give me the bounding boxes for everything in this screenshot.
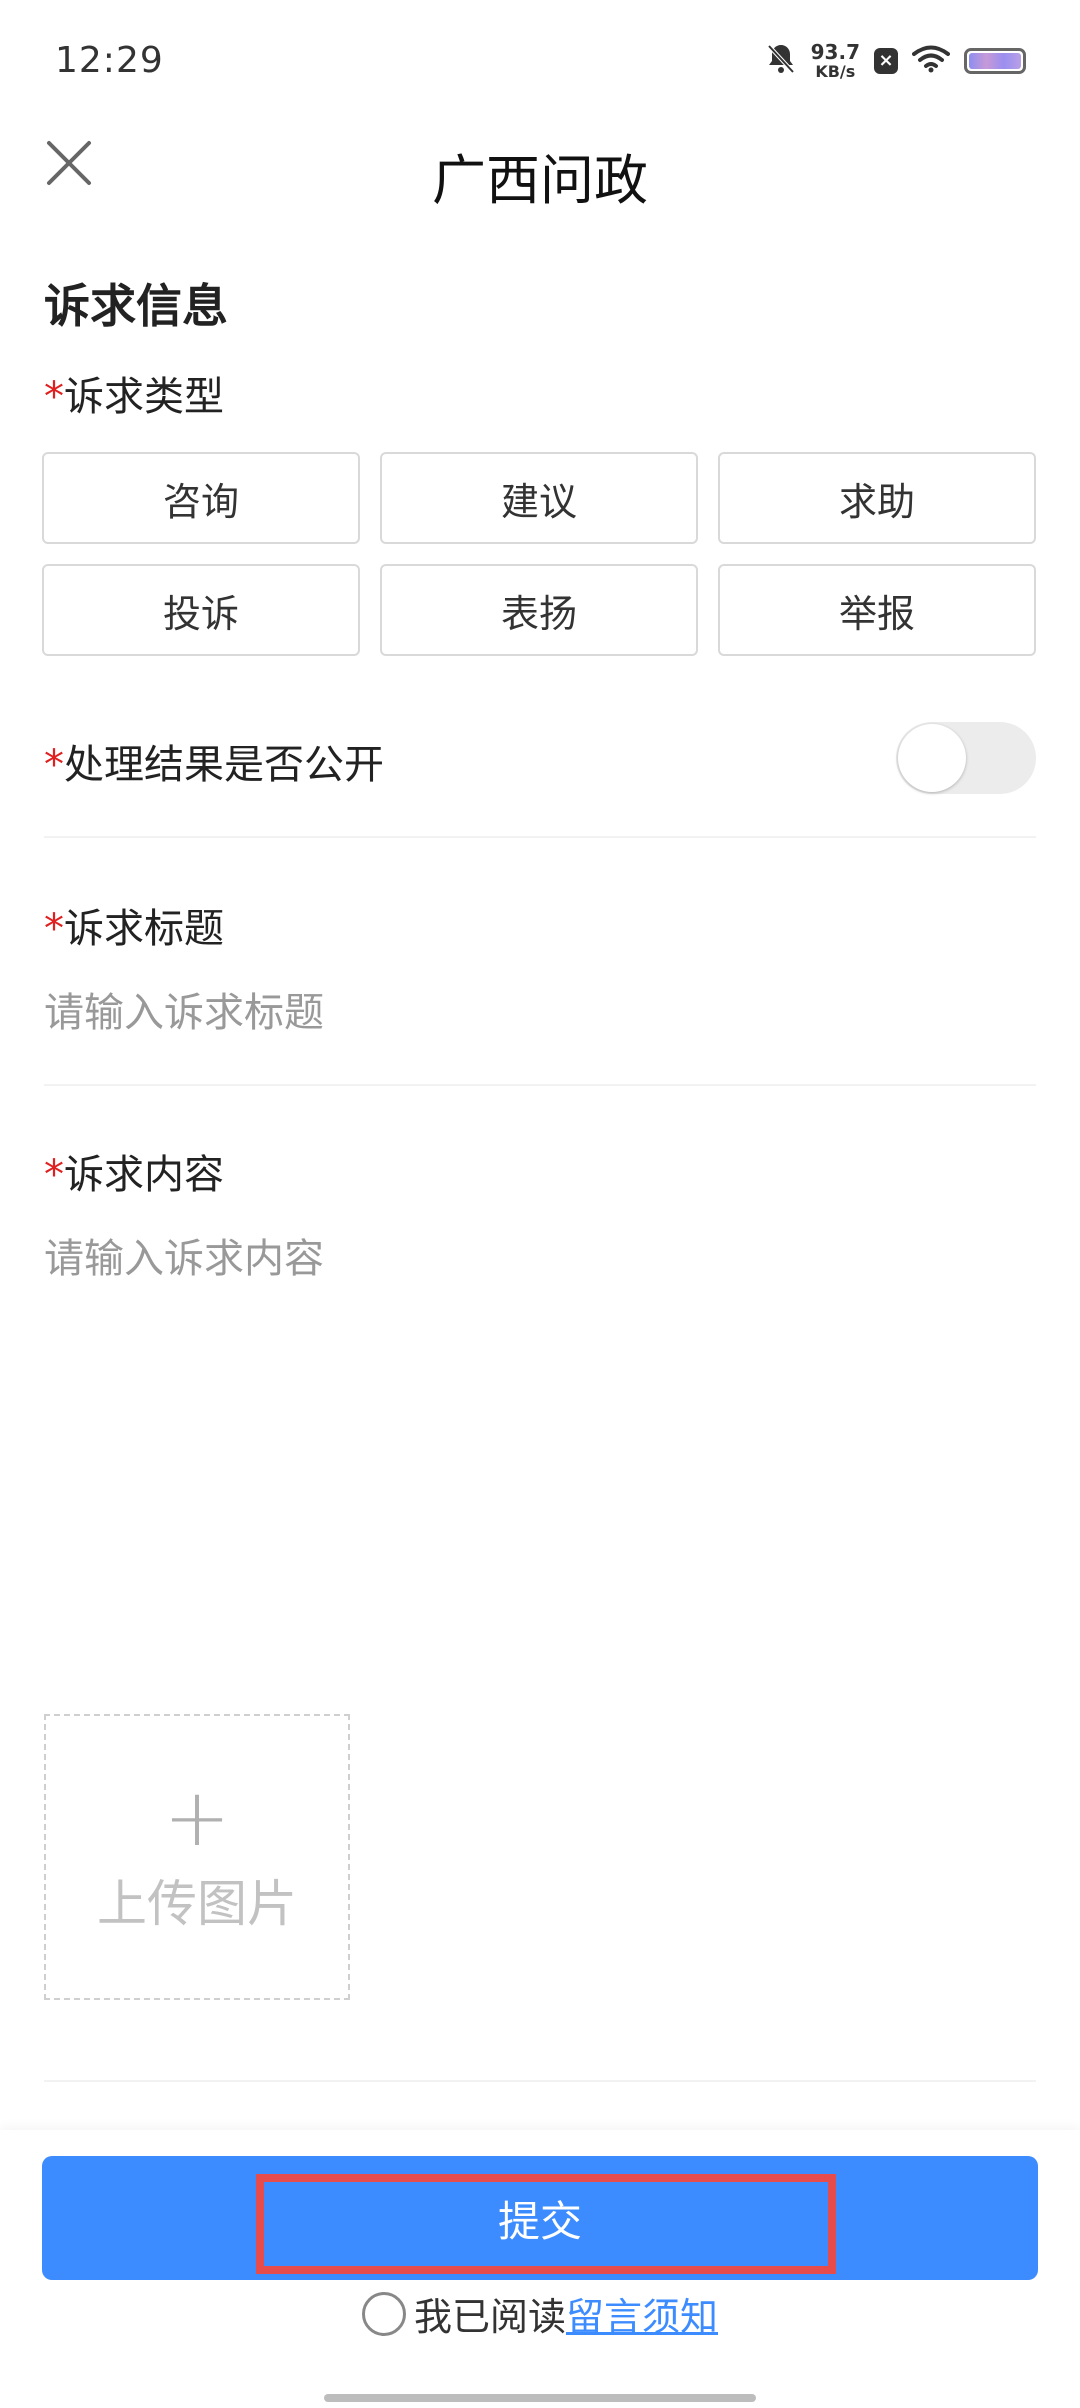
bell-off-icon: [765, 42, 797, 80]
title-label: *诉求标题: [44, 896, 224, 954]
type-option-consult[interactable]: 咨询: [42, 452, 360, 544]
toggle-knob: [898, 724, 966, 792]
required-mark: *: [44, 374, 64, 420]
type-option-suggest[interactable]: 建议: [380, 452, 698, 544]
upload-label: 上传图片: [97, 1875, 297, 1933]
notice-link[interactable]: 留言须知: [566, 2286, 718, 2341]
type-label: *诉求类型: [44, 364, 224, 422]
required-mark: *: [44, 742, 64, 788]
battery-level: [969, 53, 1021, 69]
home-indicator[interactable]: [324, 2394, 756, 2402]
type-options: 咨询 建议 求助 投诉 表扬 举报: [42, 452, 1038, 656]
upload-image-button[interactable]: + 上传图片: [44, 1714, 350, 2000]
network-speed: 93.7 KB/s: [811, 42, 860, 80]
title-input[interactable]: 请输入诉求标题: [44, 980, 324, 1038]
required-mark: *: [44, 906, 64, 952]
required-mark: *: [44, 1152, 64, 1198]
status-time: 12:29: [55, 40, 164, 81]
type-option-report[interactable]: 举报: [718, 564, 1036, 656]
type-label-text: 诉求类型: [64, 374, 224, 420]
status-icons: 93.7 KB/s ×: [765, 42, 1026, 80]
section-title: 诉求信息: [44, 279, 228, 333]
speed-value: 93.7: [810, 40, 860, 64]
type-option-complain[interactable]: 投诉: [42, 564, 360, 656]
submit-button[interactable]: 提交: [42, 2156, 1038, 2280]
public-label: *处理结果是否公开: [44, 732, 384, 790]
content-textarea[interactable]: 请输入诉求内容: [44, 1226, 1034, 1666]
divider: [44, 836, 1036, 838]
type-option-help[interactable]: 求助: [718, 452, 1036, 544]
divider: [44, 1084, 1036, 1086]
type-option-praise[interactable]: 表扬: [380, 564, 698, 656]
notification-x-icon: ×: [874, 48, 898, 74]
header: 广西问政: [0, 120, 1080, 220]
submit-label: 提交: [497, 2196, 582, 2246]
agree-text: 我已阅读: [413, 2295, 566, 2339]
agreement-row: 我已阅读 留言须知: [0, 2286, 1080, 2341]
speed-unit: KB/s: [815, 62, 856, 81]
public-label-text: 处理结果是否公开: [64, 742, 384, 788]
public-result-toggle[interactable]: [896, 722, 1036, 794]
status-bar: 12:29 93.7 KB/s ×: [0, 0, 1080, 120]
page-title: 广西问政: [432, 149, 648, 212]
divider: [44, 2080, 1036, 2082]
title-label-text: 诉求标题: [64, 906, 224, 952]
plus-icon: +: [163, 1771, 231, 1864]
content-label-text: 诉求内容: [64, 1152, 224, 1198]
wifi-icon: [912, 45, 950, 77]
agree-radio[interactable]: [361, 2291, 406, 2336]
content-label: *诉求内容: [44, 1142, 224, 1200]
battery-icon: [964, 48, 1026, 74]
